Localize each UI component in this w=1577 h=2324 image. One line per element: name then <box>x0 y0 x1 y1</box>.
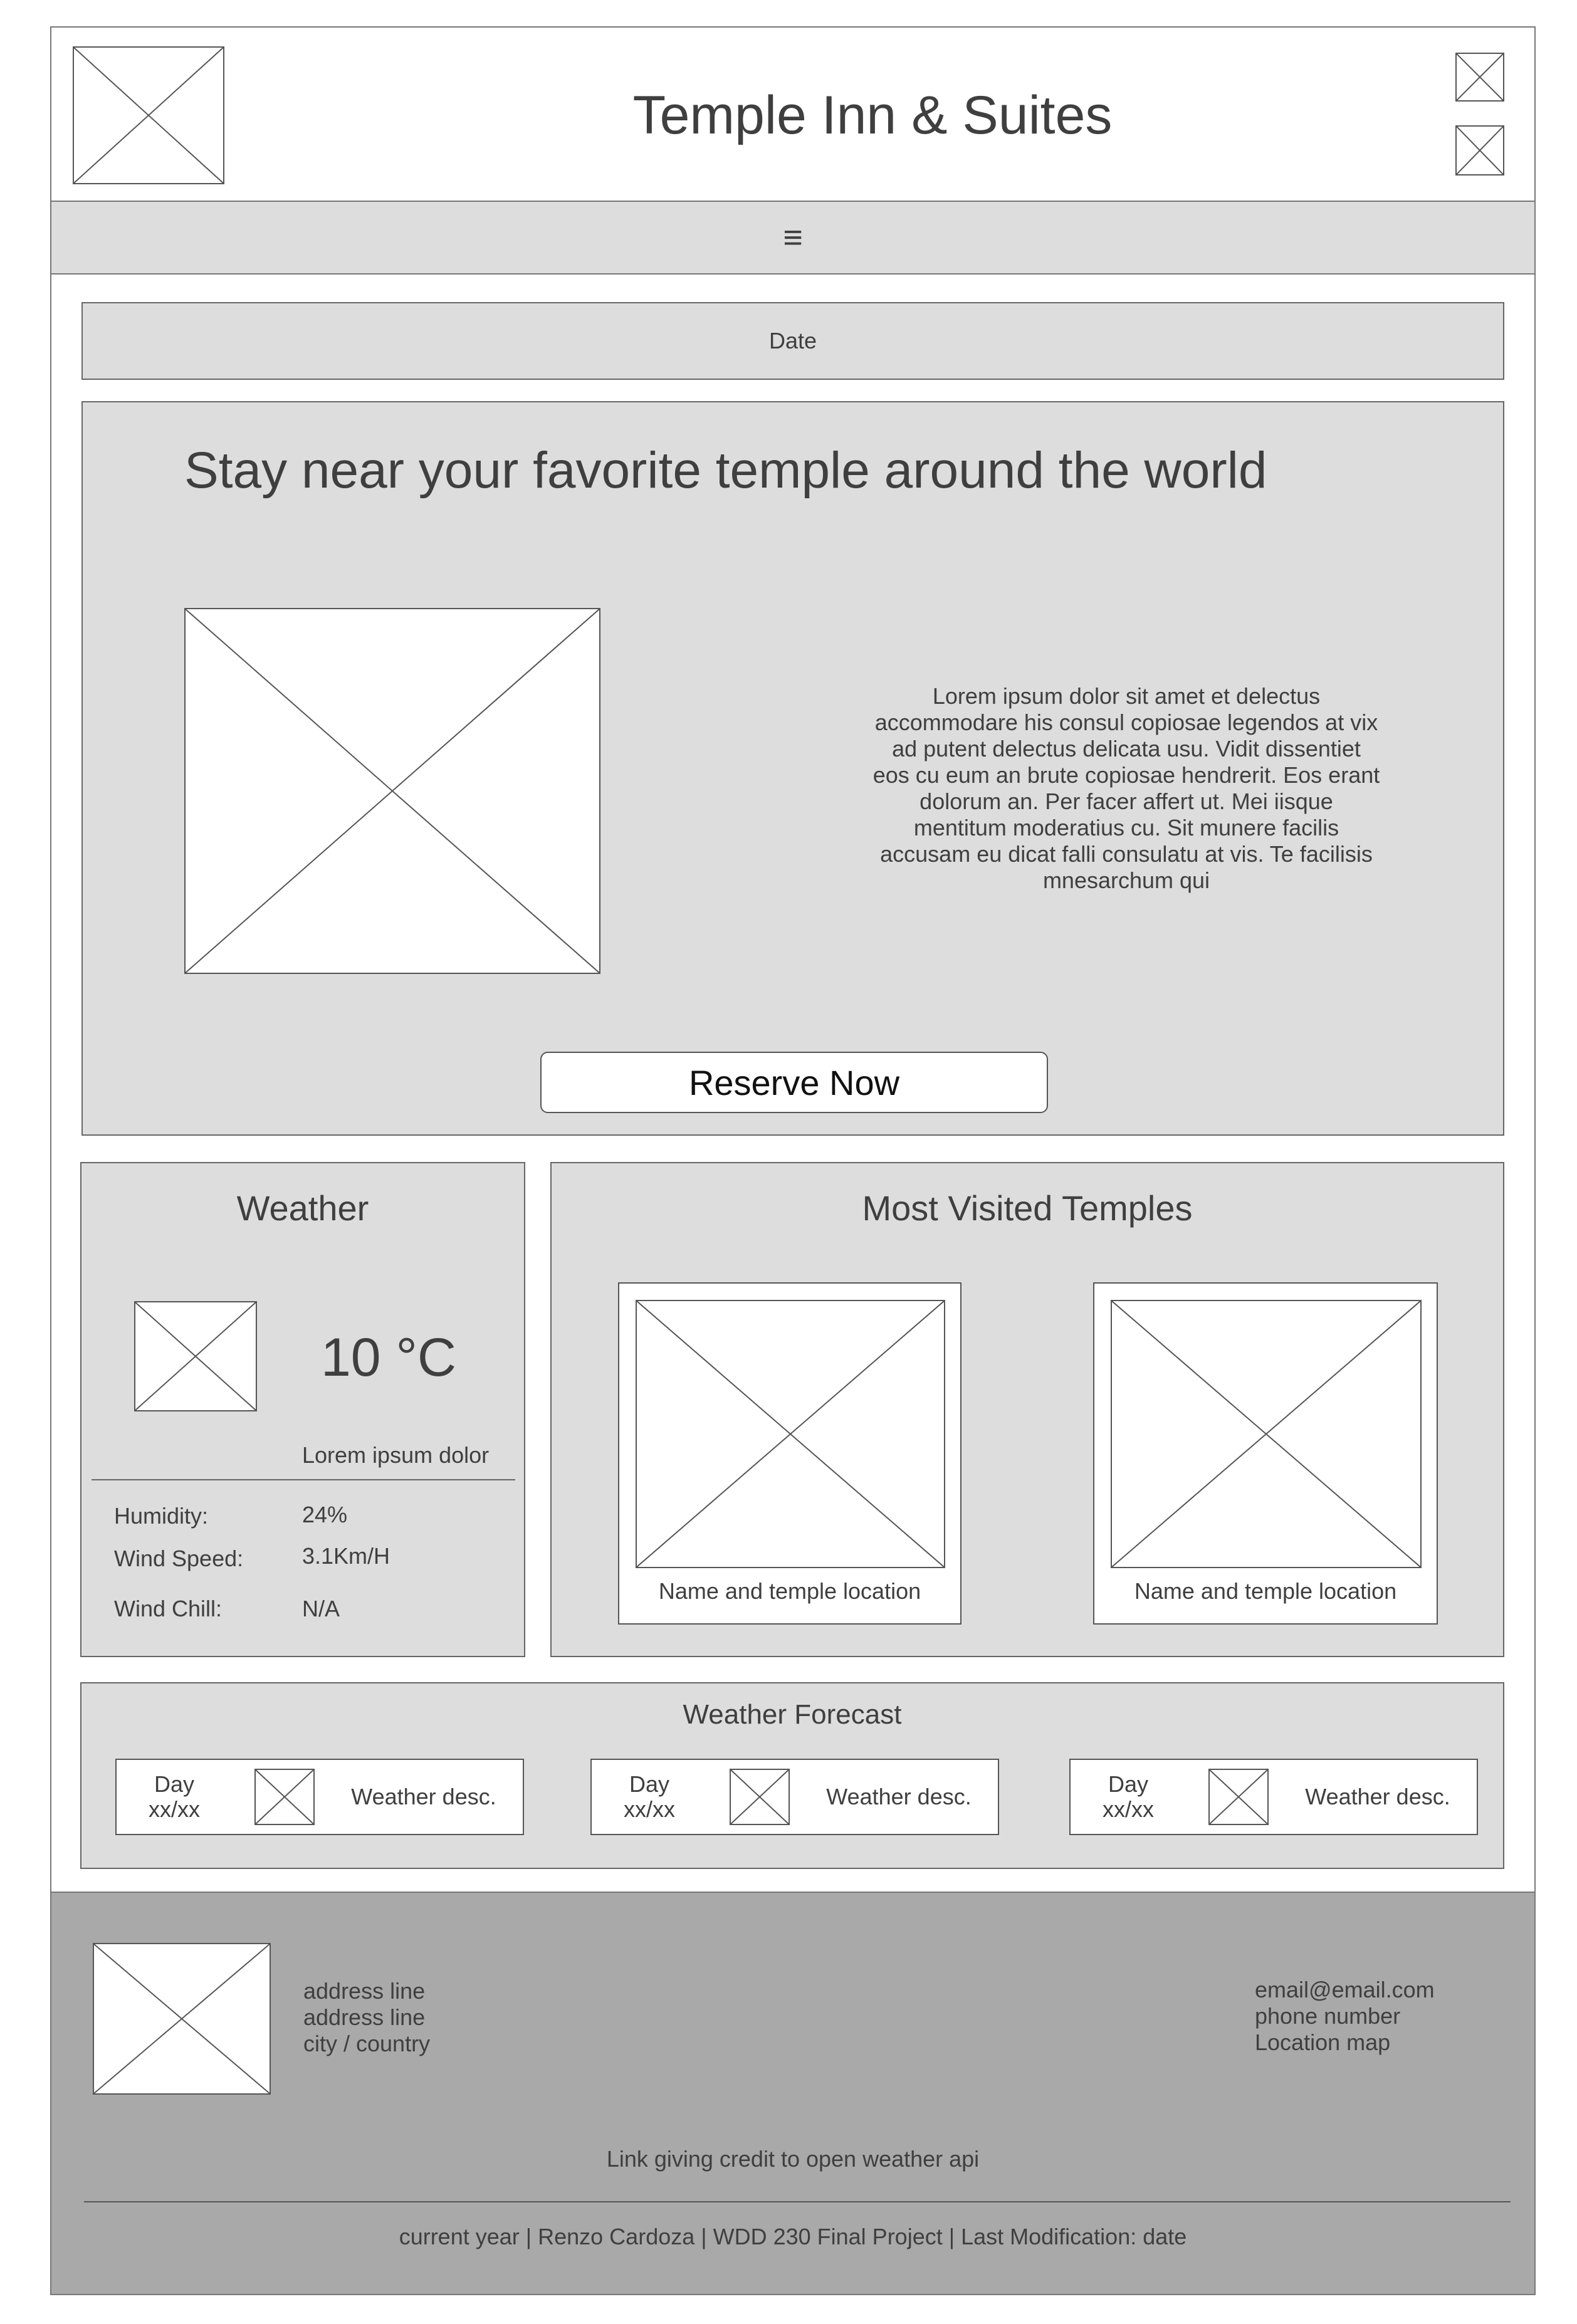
header: Temple Inn & Suites <box>51 28 1534 202</box>
hero-heading: Stay near your favorite temple around th… <box>184 442 1267 499</box>
forecast-weather-icon <box>254 1769 315 1825</box>
temples-title: Most Visited Temples <box>862 1188 1193 1228</box>
most-visited-temples-section: Most Visited Temples Name and temple loc… <box>550 1162 1504 1657</box>
weather-card: Weather 10 °C Lorem ipsum dolor Humidity… <box>80 1162 525 1657</box>
forecast-weather-icon <box>730 1769 790 1825</box>
footer-logo-placeholder[interactable] <box>93 1943 271 2095</box>
logo-image-placeholder[interactable] <box>73 46 224 184</box>
forecast-day-label: Day <box>629 1771 670 1797</box>
nav-bar: ≡ <box>51 202 1534 275</box>
forecast-day-label: Day <box>154 1771 195 1797</box>
weather-icon <box>134 1301 257 1411</box>
footer-contact: email@email.com phone number Location ma… <box>1255 1977 1435 2056</box>
humidity-value: 24% <box>302 1502 348 1527</box>
forecast-description: Weather desc. <box>826 1784 972 1809</box>
address-line-1: address line <box>303 1978 426 2004</box>
address-line-2: address line <box>303 2004 426 2030</box>
temperature-value: 10 °C <box>320 1327 457 1388</box>
humidity-label: Humidity: <box>114 1503 209 1529</box>
date-label: Date <box>768 328 817 353</box>
forecast-day-label: Day <box>1108 1771 1149 1797</box>
weather-api-credit-link[interactable]: Link giving credit to open weather api <box>51 2143 1534 2175</box>
hero-paragraph: Lorem ipsum dolor sit amet et delectus a… <box>872 683 1380 893</box>
forecast-date-label: xx/xx <box>1102 1796 1154 1822</box>
wind-chill-label: Wind Chill: <box>114 1596 223 1621</box>
forecast-date-label: xx/xx <box>148 1796 200 1822</box>
temple-image-placeholder <box>1111 1300 1422 1568</box>
email-link[interactable]: email@email.com <box>1255 1977 1435 2003</box>
footer-bottom-line: current year | Renzo Cardoza | WDD 230 F… <box>399 2224 1187 2249</box>
forecast-day-card: Day xx/xx Weather desc. <box>1069 1759 1478 1835</box>
footer-address: address line address line city / country <box>303 1978 430 2057</box>
date-bar: Date <box>81 302 1504 380</box>
temple-caption: Name and temple location <box>658 1578 921 1604</box>
hero-section: Stay near your favorite temple around th… <box>81 401 1504 1136</box>
wind-chill-value: N/A <box>302 1596 340 1621</box>
forecast-day-card: Day xx/xx Weather desc. <box>115 1759 524 1835</box>
temple-card[interactable]: Name and temple location <box>618 1282 961 1625</box>
weather-title: Weather <box>236 1188 369 1228</box>
reserve-now-button[interactable]: Reserve Now <box>540 1052 1048 1113</box>
location-map-link[interactable]: Location map <box>1255 2029 1435 2056</box>
footer: address line address line city / country… <box>51 1892 1534 2294</box>
forecast-day-card: Day xx/xx Weather desc. <box>590 1759 999 1835</box>
forecast-day-date: Day xx/xx <box>1071 1760 1186 1834</box>
site-title: Temple Inn & Suites <box>632 85 1113 145</box>
hero-image-placeholder <box>184 608 600 974</box>
footer-divider <box>84 2201 1511 2202</box>
forecast-description: Weather desc. <box>1305 1784 1450 1809</box>
forecast-date-label: xx/xx <box>623 1796 675 1822</box>
forecast-day-date: Day xx/xx <box>592 1760 707 1834</box>
forecast-title: Weather Forecast <box>683 1699 902 1730</box>
page-frame: Temple Inn & Suites ≡ Date Stay near you… <box>50 26 1536 2295</box>
phone-number[interactable]: phone number <box>1255 2003 1435 2029</box>
city-country-line: city / country <box>303 2031 431 2056</box>
weather-divider <box>92 1479 515 1480</box>
wind-speed-value: 3.1Km/H <box>302 1543 390 1569</box>
weather-forecast-section: Weather Forecast Day xx/xx Weather desc.… <box>80 1682 1504 1869</box>
temple-card[interactable]: Name and temple location <box>1093 1282 1438 1625</box>
weather-description: Lorem ipsum dolor <box>302 1442 490 1468</box>
social-icon[interactable] <box>1455 125 1504 175</box>
temple-caption: Name and temple location <box>1134 1578 1397 1604</box>
forecast-weather-icon <box>1208 1769 1269 1825</box>
forecast-day-date: Day xx/xx <box>117 1760 232 1834</box>
wind-speed-label: Wind Speed: <box>114 1546 244 1571</box>
forecast-description: Weather desc. <box>351 1784 496 1809</box>
hamburger-menu-icon[interactable]: ≡ <box>783 218 803 257</box>
temple-image-placeholder <box>636 1300 945 1568</box>
social-icon[interactable] <box>1455 53 1504 102</box>
